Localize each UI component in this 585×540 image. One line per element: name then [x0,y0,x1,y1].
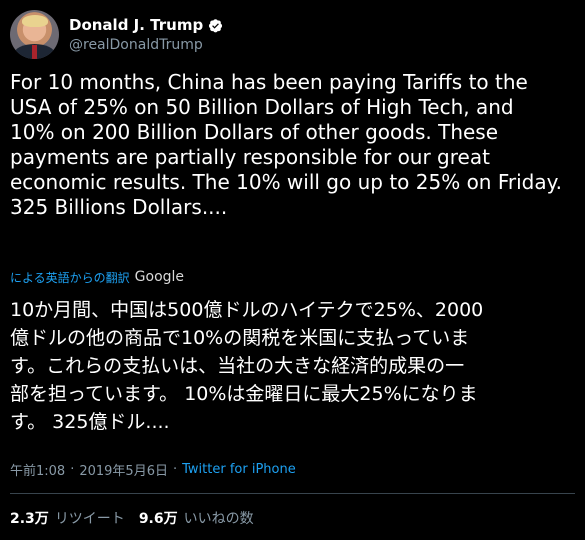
tweet-date[interactable]: 2019年5月6日 [79,460,168,479]
author-name-row[interactable]: Donald J. Trump [69,15,223,35]
tweet-header: Donald J. Trump @realDonaldTrump [10,10,570,60]
verified-badge-icon [209,18,223,32]
tweet-time[interactable]: 午前1:08 [10,460,65,479]
tweet-text: For 10 months, China has been paying Tar… [10,70,562,219]
retweets-stat[interactable]: 2.3万 リツイート [10,508,125,528]
author-handle[interactable]: @realDonaldTrump [69,37,203,53]
divider [10,493,575,494]
author-name[interactable]: Donald J. Trump [69,16,203,34]
meta-separator: · [70,461,75,477]
translation-attribution: による英語からの翻訳 Google [10,268,184,286]
likes-count: 9.6万 [138,511,178,527]
tweet-stats: 2.3万 リツイート 9.6万 いいねの数 [10,508,268,528]
tweet-meta: 午前1:08 · 2019年5月6日 · Twitter for iPhone [10,460,296,479]
translate-link[interactable]: による英語からの翻訳 [10,269,130,286]
retweets-count: 2.3万 [10,511,49,527]
google-logo: Google [134,269,185,285]
avatar-hair [22,15,48,27]
retweets-label: リツイート [54,511,125,527]
avatar-tie [32,45,37,59]
meta-separator-2: · [172,461,178,477]
tweet-source[interactable]: Twitter for iPhone [182,462,296,477]
likes-label: いいねの数 [183,511,254,527]
translated-text: 10か月間、中国は500億ドルのハイテクで25%、2000 億ドルの他の商品で1… [10,299,484,433]
likes-stat[interactable]: 9.6万 いいねの数 [139,508,254,528]
avatar[interactable] [10,10,59,59]
